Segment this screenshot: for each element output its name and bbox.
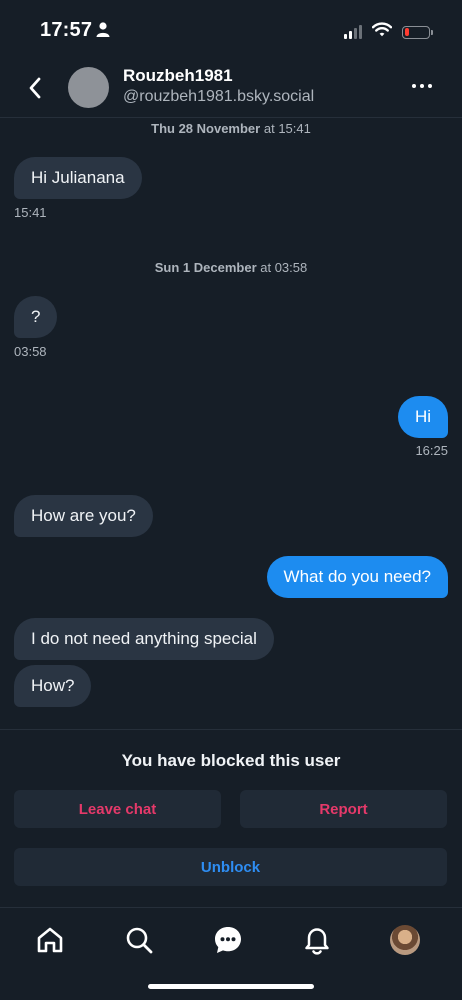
message-time: 16:25	[415, 443, 448, 458]
wifi-icon	[371, 22, 393, 42]
unblock-button[interactable]: Unblock	[14, 848, 447, 886]
date-day: Thu 28 November	[151, 121, 261, 136]
leave-chat-button[interactable]: Leave chat	[14, 790, 221, 828]
message-bubble-incoming[interactable]: I do not need anything special	[14, 618, 274, 660]
nav-search[interactable]	[123, 924, 155, 956]
home-indicator[interactable]	[148, 984, 314, 989]
home-icon	[37, 927, 63, 953]
date-separator: Sun 1 December at 03:58	[0, 260, 462, 275]
status-time: 17:57	[40, 19, 93, 41]
contact-handle: @rouzbeh1981.bsky.social	[123, 88, 315, 105]
message-time: 15:41	[14, 205, 47, 220]
message-bubble-incoming[interactable]: How?	[14, 665, 92, 707]
date-time: at 15:41	[263, 121, 311, 136]
message-bubble-incoming[interactable]: How are you?	[14, 495, 153, 537]
nav-divider	[0, 907, 462, 908]
message-time: 03:58	[14, 344, 47, 359]
status-indicators	[344, 22, 433, 42]
more-options-button[interactable]	[408, 76, 436, 96]
ellipsis-icon	[412, 84, 416, 88]
blocked-divider	[0, 729, 462, 730]
nav-home[interactable]	[34, 924, 66, 956]
blocked-message: You have blocked this user	[121, 751, 341, 770]
nav-notifications[interactable]	[301, 924, 333, 956]
report-button[interactable]: Report	[240, 790, 447, 828]
nav-profile[interactable]	[389, 924, 421, 956]
message-bubble-incoming[interactable]: Hi Julianana	[14, 157, 142, 199]
message-bubble-incoming[interactable]: ?	[14, 296, 58, 338]
battery-icon	[402, 25, 433, 39]
bell-icon	[305, 928, 329, 955]
back-button[interactable]	[22, 74, 48, 102]
contact-name[interactable]: Rouzbeh1981	[123, 66, 233, 86]
date-day: Sun 1 December	[154, 260, 257, 275]
nav-chat[interactable]	[212, 924, 244, 956]
date-time: at 03:58	[260, 260, 308, 275]
message-bubble-outgoing[interactable]: What do you need?	[266, 556, 448, 598]
profile-avatar	[390, 925, 420, 955]
contact-avatar[interactable]	[68, 67, 109, 108]
ellipsis-dot	[420, 84, 424, 88]
cellular-signal-icon	[344, 25, 362, 39]
date-separator: Thu 28 November at 15:41	[0, 121, 462, 136]
person-icon	[96, 22, 110, 42]
search-icon	[126, 927, 153, 954]
message-bubble-outgoing[interactable]: Hi	[397, 396, 448, 438]
chat-icon	[215, 927, 241, 953]
header-divider	[0, 117, 462, 118]
battery-level	[404, 28, 410, 36]
ellipsis-dot	[428, 84, 432, 88]
chevron-left-icon	[29, 77, 41, 99]
